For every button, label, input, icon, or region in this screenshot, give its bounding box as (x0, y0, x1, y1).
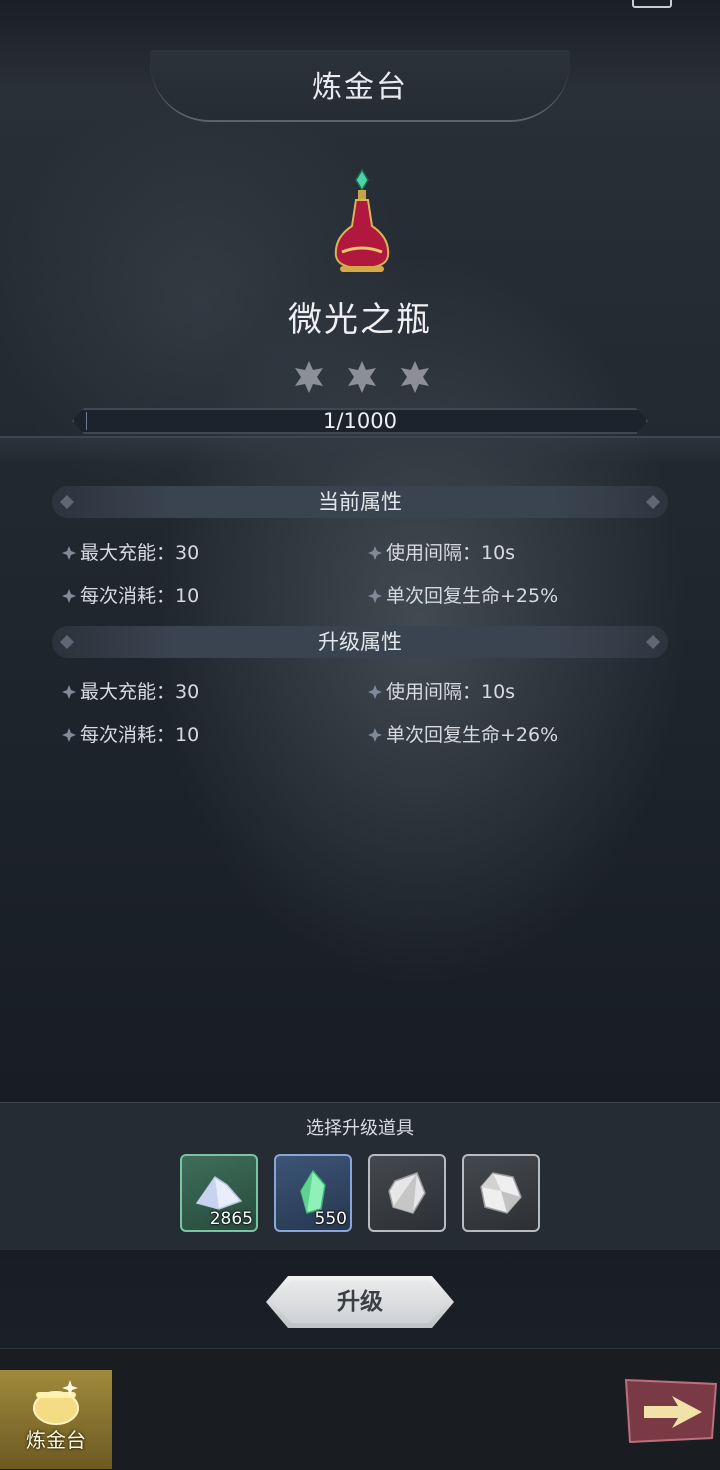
diamond-icon (646, 495, 660, 509)
attr-heal-amount: 单次回复生命+26% (368, 722, 558, 748)
attr-use-interval: 使用间隔：10s (368, 679, 515, 705)
material-count: 2865 (209, 1209, 253, 1229)
gray-gem-icon (480, 1172, 522, 1214)
attr-cost-per-use: 每次消耗：10 (62, 583, 199, 609)
attr-heal-amount: 单次回复生命+25% (368, 583, 558, 609)
star-icon (401, 361, 429, 393)
diamond-icon (60, 495, 74, 509)
progress-text: 1/1000 (323, 409, 397, 433)
sparkle-icon (368, 546, 382, 560)
status-indicator (632, 0, 672, 8)
gray-stone-icon (388, 1172, 426, 1214)
attr-max-charge: 最大充能：30 (62, 540, 199, 566)
star-rating (292, 360, 432, 394)
section-divider (0, 436, 720, 464)
diamond-icon (60, 635, 74, 649)
attr-use-interval: 使用间隔：10s (368, 540, 515, 566)
material-slot-gray-gem[interactable] (462, 1154, 540, 1232)
current-attributes-header: 当前属性 (52, 486, 668, 518)
sparkle-icon (368, 589, 382, 603)
attr-cost-per-use: 每次消耗：10 (62, 722, 199, 748)
item-name: 微光之瓶 (288, 300, 432, 340)
star-icon (295, 361, 323, 393)
sparkle-icon (368, 685, 382, 699)
nav-tab-alchemy[interactable]: 炼金台 (0, 1370, 112, 1469)
section-title: 升级属性 (318, 630, 402, 654)
potion-icon (334, 168, 390, 272)
sparkle-icon (62, 589, 76, 603)
sparkle-icon (62, 728, 76, 742)
upgrade-button[interactable]: 升级 (266, 1276, 454, 1328)
material-slot-crystal-powder[interactable]: 2865 (180, 1154, 258, 1232)
cauldron-icon (33, 1380, 79, 1425)
progress-bar: 1/1000 (72, 408, 648, 434)
arrow-right-icon[interactable] (622, 1376, 720, 1446)
attr-max-charge: 最大充能：30 (62, 679, 199, 705)
diamond-icon (646, 635, 660, 649)
material-slot-green-crystal[interactable]: 550 (274, 1154, 352, 1232)
material-slot-gray-stone[interactable] (368, 1154, 446, 1232)
page-title: 炼金台 (312, 70, 408, 105)
sparkle-icon (62, 685, 76, 699)
star-icon (348, 361, 376, 393)
sparkle-icon (368, 728, 382, 742)
material-count: 550 (314, 1209, 347, 1229)
section-title: 当前属性 (318, 490, 402, 514)
upgrade-button-label: 升级 (337, 1289, 383, 1315)
upgrade-materials-caption: 选择升级道具 (306, 1118, 414, 1139)
sparkle-icon (62, 546, 76, 560)
upgrade-attributes-header: 升级属性 (52, 626, 668, 658)
nav-tab-label: 炼金台 (26, 1428, 86, 1452)
